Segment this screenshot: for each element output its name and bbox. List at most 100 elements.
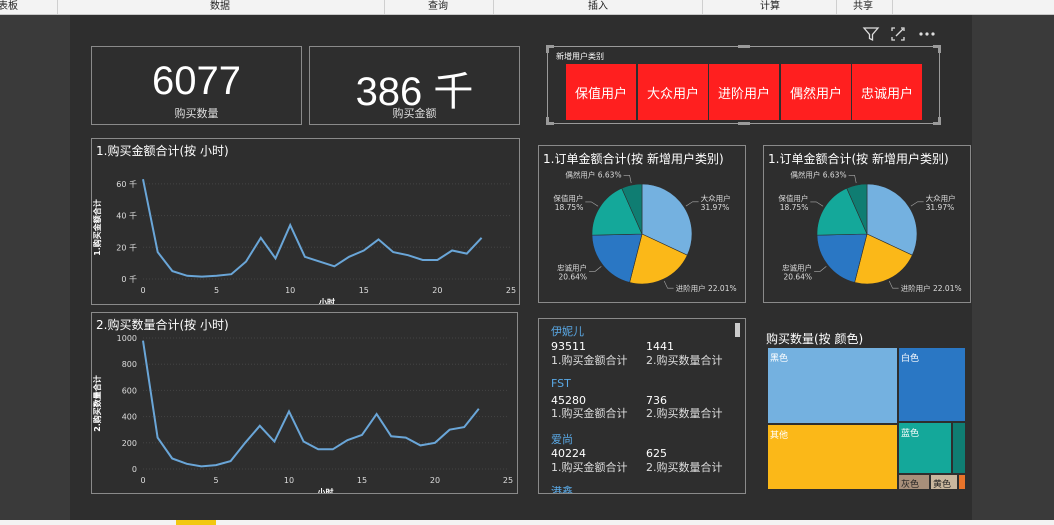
- kpi-card-amount[interactable]: 386 千 购买金额: [309, 46, 520, 125]
- x-tick-label: 5: [213, 476, 218, 485]
- treemap-panel[interactable]: 购买数量(按 颜色) 黑色 其他 白色 蓝色 灰色 黄色: [763, 326, 969, 494]
- resize-handle[interactable]: [738, 45, 750, 48]
- x-axis-label: 小时: [318, 297, 335, 304]
- pie-chart-panel-2[interactable]: 1.订单金额合计(按 新增用户类别) 大众用户 31.97% 进阶用户 22.01%…: [763, 145, 971, 303]
- treemap-cell-orange[interactable]: [958, 474, 966, 490]
- leader-line: [585, 201, 599, 207]
- ribbon-tab-calc[interactable]: 计算: [760, 0, 780, 14]
- ribbon-tab-query[interactable]: 查询: [428, 0, 448, 14]
- list-item-qty-label: 2.购买数量合计: [646, 354, 723, 367]
- y-tick-label: 0: [132, 465, 137, 474]
- visual-toolbar: [858, 24, 938, 44]
- treemap-cell-white[interactable]: 白色: [898, 347, 966, 422]
- leader-line: [910, 201, 924, 207]
- active-page-tab[interactable]: [176, 520, 216, 525]
- slicer-option-dazhong[interactable]: 大众用户: [638, 64, 708, 120]
- leader-line: [589, 266, 602, 272]
- y-tick-label: 600: [122, 386, 137, 395]
- pie-chart-panel-1[interactable]: 1.订单金额合计(按 新增用户类别) 大众用户 31.97% 进阶用户 22.01%…: [538, 145, 746, 303]
- leader-line: [848, 174, 857, 184]
- slicer-option-jinjie[interactable]: 进阶用户: [709, 64, 779, 120]
- x-tick-label: 20: [432, 286, 442, 295]
- pie-data-label: 大众用户: [701, 193, 731, 203]
- x-tick-label: 0: [140, 286, 145, 295]
- list-scrollbar[interactable]: [735, 323, 740, 337]
- pie-data-label: 偶然用户 6.63%: [790, 169, 846, 179]
- line-chart-quantity: 0 200 400 600 800 1000 0 5 10 15 20 25 小时 2.购买数量合计: [92, 334, 513, 493]
- ribbon-tab-share[interactable]: 共享: [853, 0, 873, 14]
- list-item-name[interactable]: 港鑫: [551, 483, 573, 493]
- ribbon-bar: 表板 数据 查询 插入 计算 共享: [0, 0, 1054, 15]
- y-tick-label: 800: [122, 360, 137, 369]
- treemap-cell-label: 灰色: [901, 480, 920, 490]
- resize-handle[interactable]: [546, 117, 549, 125]
- leader-line: [814, 266, 827, 272]
- kpi-card-quantity[interactable]: 6077 购买数量: [91, 46, 302, 125]
- focus-mode-icon[interactable]: [890, 26, 906, 42]
- right-margin: [972, 15, 1054, 522]
- treemap-cell-label: 蓝色: [901, 429, 920, 439]
- y-tick-label: 200: [122, 439, 137, 448]
- treemap-cell-small-teal[interactable]: [952, 422, 966, 474]
- treemap-cell-yellow[interactable]: 黄色: [930, 474, 958, 490]
- slicer-option-zhongcheng[interactable]: 忠诚用户: [852, 64, 922, 120]
- pie-data-label: 20.64%: [783, 272, 812, 281]
- more-options-icon[interactable]: [918, 26, 936, 42]
- pie-data-label: 忠诚用户: [557, 262, 587, 272]
- treemap-cell-label: 黑色: [770, 354, 789, 364]
- slicer-option-baozhi[interactable]: 保值用户: [566, 64, 636, 120]
- line-chart-quantity-panel[interactable]: 2.购买数量合计(按 小时) 0 200 400 600 800 1000 0 5 10 15 20…: [91, 312, 518, 494]
- treemap-cell-black[interactable]: 黑色: [767, 347, 898, 424]
- ribbon-tab-data[interactable]: 数据: [210, 0, 230, 14]
- chart-title: 购买数量(按 颜色): [766, 332, 864, 346]
- leader-line: [810, 201, 824, 207]
- y-tick-label: 60 千: [116, 179, 137, 189]
- x-tick-label: 15: [359, 286, 369, 295]
- pie-data-label: 20.64%: [558, 272, 587, 281]
- x-axis-label: 小时: [317, 487, 334, 493]
- brand-list-panel[interactable]: 伊妮儿 93511 1441 1.购买金额合计 2.购买数量合计 FST 452…: [538, 318, 746, 494]
- y-tick-label: 20 千: [116, 242, 137, 252]
- resize-handle[interactable]: [738, 122, 750, 125]
- pie-data-label: 大众用户: [926, 193, 956, 203]
- line-chart-amount-panel[interactable]: 1.购买金额合计(按 小时) 0 千 20 千 40 千 60 千 0 5 10 15 20 25…: [91, 138, 520, 305]
- pie-data-label: 进阶用户 22.01%: [901, 283, 962, 293]
- kpi-label: 购买数量: [174, 107, 219, 120]
- list-item-name[interactable]: 爱尚: [551, 431, 573, 447]
- resize-handle[interactable]: [546, 45, 549, 53]
- treemap-cell-blue[interactable]: 蓝色: [898, 422, 952, 474]
- pie-data-label: 18.75%: [555, 203, 584, 212]
- resize-handle[interactable]: [938, 117, 941, 125]
- x-tick-label: 15: [357, 476, 367, 485]
- series-line: [142, 179, 483, 278]
- y-tick-label: 40 千: [116, 211, 137, 221]
- treemap-cell-label: 黄色: [933, 480, 952, 490]
- list-item-qty-label: 2.购买数量合计: [646, 461, 723, 474]
- kpi-label: 购买金额: [392, 107, 437, 120]
- pie-chart-2: 大众用户31.97% 进阶用户 22.01% 忠诚用户20.64% 保值用户18.75…: [778, 169, 962, 293]
- pie-data-label: 忠诚用户: [782, 262, 812, 272]
- treemap-cell-label: 其他: [770, 431, 789, 441]
- leader-line: [663, 280, 674, 289]
- leader-line: [623, 174, 632, 184]
- list-item-name[interactable]: FST: [551, 377, 571, 390]
- filter-icon[interactable]: [862, 26, 880, 42]
- ribbon-tab-insert[interactable]: 插入: [588, 0, 608, 14]
- kpi-value: 6077: [152, 59, 241, 103]
- treemap-cell-gray[interactable]: 灰色: [898, 474, 930, 490]
- list-item-amount-label: 1.购买金额合计: [551, 407, 628, 420]
- y-axis-label: 1.购买金额合计: [92, 199, 102, 256]
- list-item-name[interactable]: 伊妮儿: [551, 323, 584, 339]
- ribbon-tab-dashboard[interactable]: 表板: [0, 0, 18, 14]
- slicer-title: 新增用户类别: [556, 52, 604, 61]
- leader-line: [685, 201, 699, 207]
- y-tick-label: 1000: [117, 334, 137, 343]
- treemap-cell-other[interactable]: 其他: [767, 424, 898, 490]
- x-tick-label: 0: [140, 476, 145, 485]
- resize-handle[interactable]: [938, 45, 941, 53]
- line-chart-amount: 0 千 20 千 40 千 60 千 0 5 10 15 20 25 小时 1.购买金额合计: [92, 179, 516, 304]
- x-tick-label: 10: [285, 286, 295, 295]
- user-type-slicer[interactable]: 新增用户类别 保值用户 大众用户 进阶用户 偶然用户 忠诚用户: [546, 45, 941, 125]
- slicer-option-ouran[interactable]: 偶然用户: [781, 64, 851, 120]
- x-tick-label: 25: [503, 476, 513, 485]
